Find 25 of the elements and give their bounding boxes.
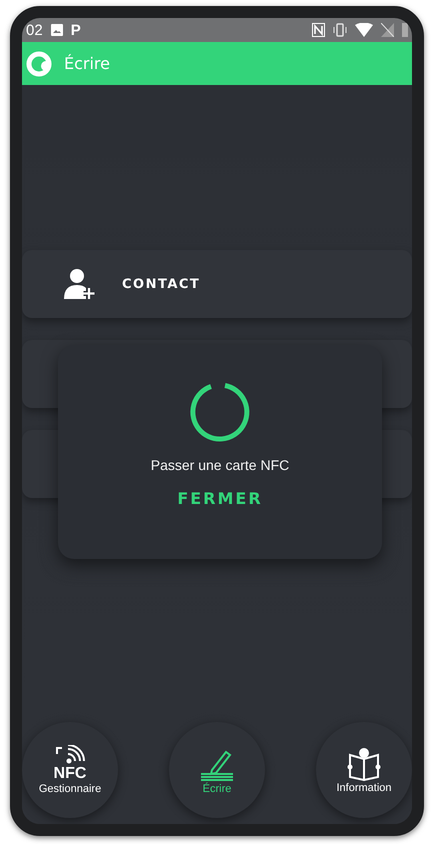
battery-icon [402, 23, 408, 37]
list-card[interactable]: CONTACT [22, 250, 412, 318]
app-notification-letter: P [70, 22, 81, 38]
nav-button[interactable]: NFC Gestionnaire [22, 722, 118, 818]
screen-title: Écrire [64, 54, 110, 73]
loading-spinner-icon [189, 381, 251, 443]
nav-button[interactable]: Écrire [169, 722, 265, 818]
nfc-tag: NFC [54, 766, 86, 782]
close-button[interactable]: FERMER [173, 487, 267, 510]
nav-button[interactable]: Information [316, 722, 412, 818]
nav-label: Écrire [202, 782, 232, 794]
dialog-message: Passer une carte NFC [150, 457, 290, 473]
card-label: CONTACT [122, 276, 200, 292]
book-reader-icon [346, 746, 382, 780]
nfc-icon [312, 23, 325, 37]
wireless-icon [55, 745, 85, 765]
signal-icon [381, 23, 394, 37]
wifi-icon [355, 23, 373, 37]
logo-icon [26, 50, 52, 76]
nav-label: Gestionnaire [38, 783, 102, 795]
image-icon [50, 24, 63, 36]
nav-label: Information [336, 782, 392, 794]
status-time: 02 [26, 22, 43, 38]
vibrate-icon [333, 23, 347, 37]
add-person-icon [64, 268, 96, 300]
